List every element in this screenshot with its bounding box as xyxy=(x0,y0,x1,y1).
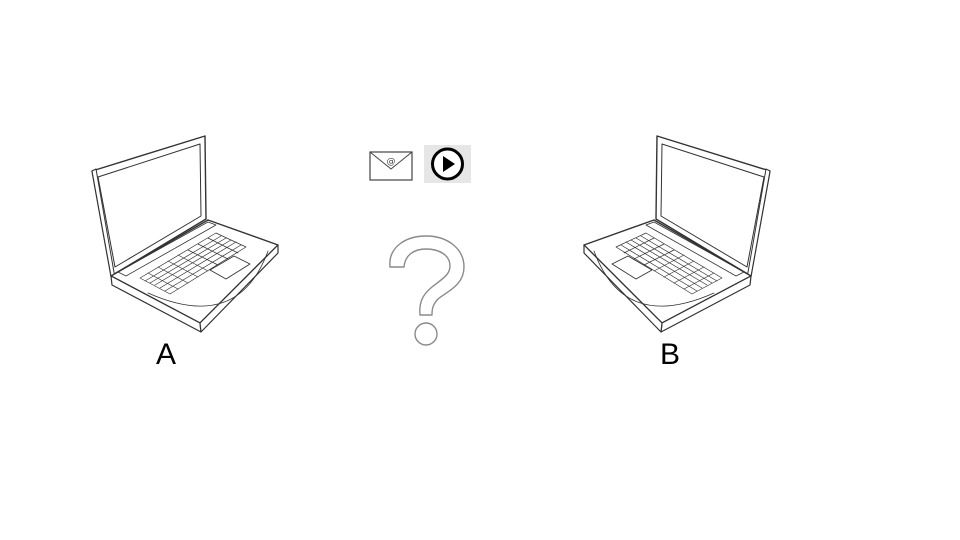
at-sign: @ xyxy=(387,157,396,167)
node-a-label: A xyxy=(156,338,177,371)
laptop-b-icon xyxy=(583,135,771,333)
node-b-label: B xyxy=(660,338,681,371)
question-mark-icon xyxy=(389,235,465,346)
play-icon xyxy=(424,145,471,183)
email-icon: @ xyxy=(369,151,413,181)
laptop-a-icon xyxy=(91,135,279,333)
network-diagram: A B @ xyxy=(0,0,960,540)
